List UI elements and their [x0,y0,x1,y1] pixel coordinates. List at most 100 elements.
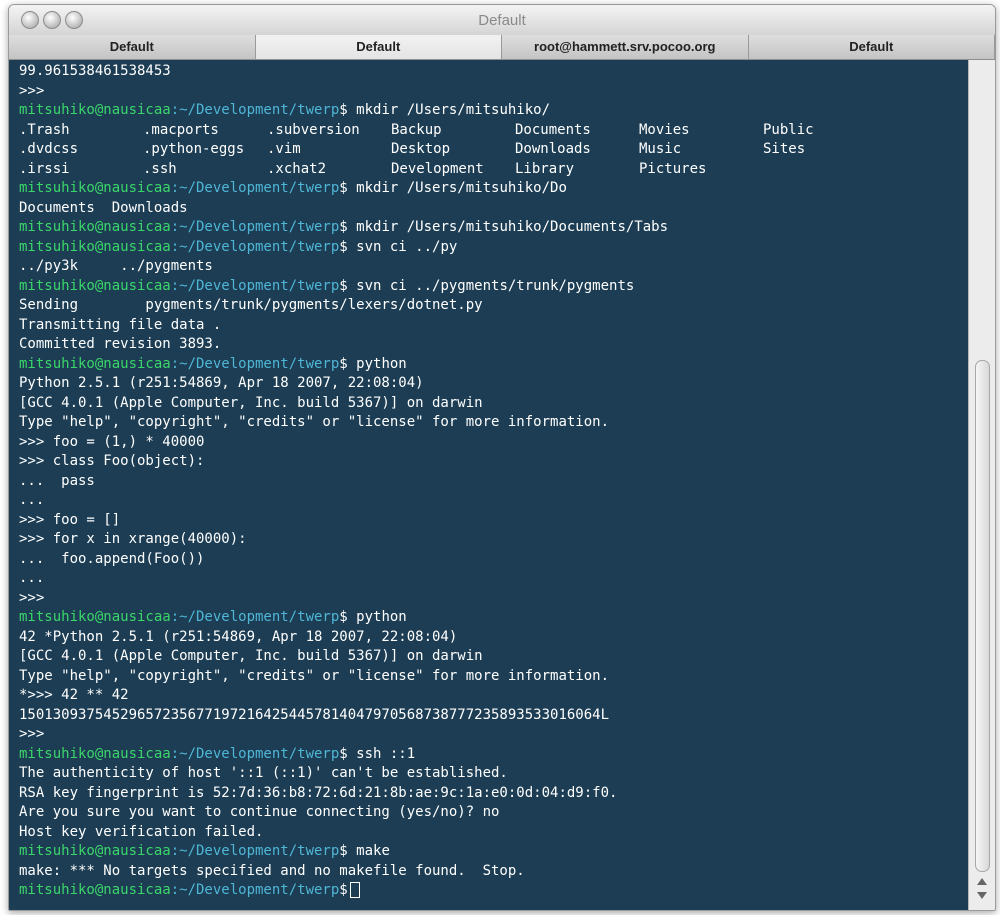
terminal-output[interactable]: 99.961538461538453 >>> mitsuhiko@nausica… [9,60,969,910]
tab-default-1[interactable]: Default [9,35,256,59]
output-line: [GCC 4.0.1 (Apple Computer, Inc. build 5… [19,394,483,411]
prompt-user: mitsuhiko@nausicaa [19,180,171,196]
listing-item: .macports [143,121,219,138]
prompt-path: :~/Development/twerp [170,277,340,294]
output-line: ... pass [19,472,95,489]
command-text: python [347,355,407,372]
prompt-user: mitsuhiko@nausicaa [19,102,171,118]
prompt-user: mitsuhiko@nausicaa [19,609,171,625]
vertical-scrollbar[interactable] [968,60,995,910]
output-line: Type "help", "copyright", "credits" or "… [19,667,610,684]
prompt-symbol: $ [339,745,348,762]
output-line: [GCC 4.0.1 (Apple Computer, Inc. build 5… [19,648,483,664]
output-line: Host key verification failed. [19,823,264,840]
listing-column: Documents Downloads Library [515,121,639,180]
output-line: 99.961538461538453 [19,63,171,79]
prompt-path: :~/Development/twerp [170,355,340,372]
listing-item: Sites [763,141,806,157]
listing-item: Development [391,160,484,177]
prompt-symbol: $ [339,219,348,235]
text-cursor[interactable] [349,882,360,898]
tab-default-3[interactable]: Default [748,35,995,59]
listing-column: .macports .python-eggs .ssh [143,121,267,180]
command-text: ssh ::1 [347,745,416,762]
output-line: *>>> 42 ** 42 [19,687,129,703]
command-text: mkdir /Users/mitsuhiko/Do [347,180,567,196]
listing-item: Documents [515,121,591,138]
prompt-line: mitsuhiko@nausicaa:~/Development/twerp$ … [19,842,965,862]
prompt-path: :~/Development/twerp [170,843,340,859]
command-text: python [347,609,407,625]
prompt-symbol: $ [339,180,348,196]
scroll-up-arrow-icon[interactable] [977,878,987,885]
prompt-line: mitsuhiko@nausicaa:~/Development/twerp$ … [19,608,965,628]
output-line: ... [19,570,45,586]
scroll-down-arrow-icon[interactable] [977,892,987,899]
listing-item: Public [763,121,814,138]
listing-item: .vim [267,141,301,157]
listing-item: Desktop [391,141,451,157]
command-text: svn ci ../pygments/trunk/pygments [347,277,635,294]
output-line: Are you sure you want to continue connec… [19,804,500,820]
prompt-path: :~/Development/twerp [170,180,340,196]
listing-column: Movies Music Pictures [639,121,763,180]
prompt-path: :~/Development/twerp [170,882,340,898]
prompt-line: mitsuhiko@nausicaa:~/Development/twerp$ … [19,277,965,297]
listing-item: Pictures [639,160,707,177]
prompt-symbol: $ [339,102,348,118]
output-line: >>> foo = (1,) * 40000 [19,433,205,450]
prompt-path: :~/Development/twerp [170,238,340,255]
listing-item: Library [515,160,575,177]
tab-root-hammett[interactable]: root@hammett.srv.pocoo.org [502,35,749,59]
prompt-line: mitsuhiko@nausicaa:~/Development/twerp$ … [19,179,965,199]
prompt-path: :~/Development/twerp [170,102,340,118]
output-line: ../py3k ../pygments [19,258,213,274]
prompt-user: mitsuhiko@nausicaa [19,238,171,255]
prompt-user: mitsuhiko@nausicaa [19,843,171,859]
output-line: Type "help", "copyright", "credits" or "… [19,414,610,430]
output-line: Sending pygments/trunk/pygments/lexers/d… [19,297,483,313]
tab-default-2[interactable]: Default [255,35,502,59]
prompt-symbol: $ [339,609,348,625]
command-text: mkdir /Users/mitsuhiko/Documents/Tabs [347,219,669,235]
listing-item: .Trash [19,121,70,138]
prompt-symbol: $ [339,238,348,255]
listing-item: .irssi [19,160,70,177]
listing-column: .subversion .vim .xchat2 [267,121,391,180]
window-title: Default [478,12,526,29]
listing-item: .xchat2 [267,160,327,177]
listing-item [763,160,887,180]
listing-item: Downloads [515,141,591,157]
command-text: mkdir /Users/mitsuhiko/ [347,102,551,118]
prompt-user: mitsuhiko@nausicaa [19,277,171,294]
listing-item: Music [639,141,682,157]
output-line: ... [19,492,45,508]
prompt-user: mitsuhiko@nausicaa [19,219,171,235]
output-line: >>> class Foo(object): [19,453,205,469]
directory-listing: .Trash .dvdcss .irssi .macports .python-… [19,121,965,180]
terminal-window: Default Default Default root@hammett.srv… [8,4,996,911]
tab-bar: Default Default root@hammett.srv.pocoo.o… [9,35,995,60]
prompt-user: mitsuhiko@nausicaa [19,745,171,762]
command-text: make [347,843,390,859]
prompt-user: mitsuhiko@nausicaa [19,355,171,372]
output-line: Transmitting file data . [19,316,222,333]
output-line: RSA key fingerprint is 52:7d:36:b8:72:6d… [19,784,618,801]
title-bar[interactable]: Default [9,5,995,36]
listing-item: .dvdcss [19,141,79,157]
output-line: >>> foo = [] [19,511,121,528]
output-line: 42 *Python 2.5.1 (r251:54869, Apr 18 200… [19,628,458,645]
listing-column: Backup Desktop Development [391,121,515,180]
output-line: >>> [19,82,45,99]
prompt-line: mitsuhiko@nausicaa:~/Development/twerp$ … [19,745,965,765]
prompt-line: mitsuhiko@nausicaa:~/Development/twerp$ [19,881,965,901]
prompt-line: mitsuhiko@nausicaa:~/Development/twerp$ … [19,355,965,375]
prompt-symbol: $ [339,843,348,859]
output-line: Documents Downloads [19,199,188,216]
listing-item: .ssh [143,160,177,177]
prompt-line: mitsuhiko@nausicaa:~/Development/twerp$ … [19,238,965,258]
listing-item: .subversion [267,121,360,138]
prompt-line: mitsuhiko@nausicaa:~/Development/twerp$ … [19,101,965,121]
scrollbar-thumb[interactable] [975,360,990,872]
output-line: make: *** No targets specified and no ma… [19,862,525,879]
